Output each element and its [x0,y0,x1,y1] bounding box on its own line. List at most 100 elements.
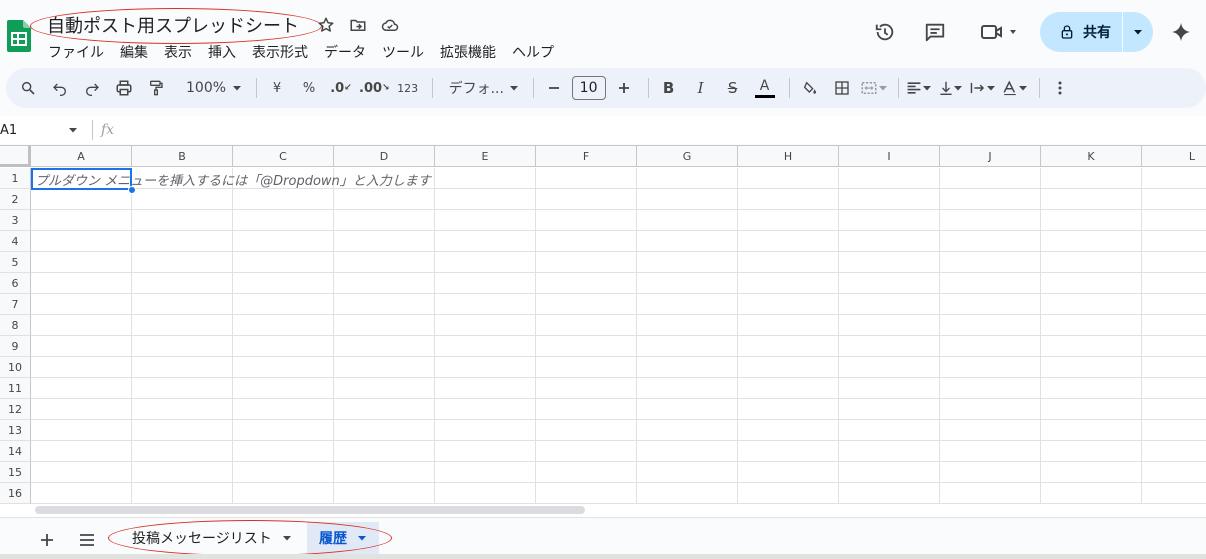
italic-button[interactable]: I [687,74,715,102]
title-bar: 自動ポスト用スプレッドシート ファイル 編集 表示 挿入 表示形式 データ ツー… [0,0,1206,66]
decrease-font-size-icon[interactable] [540,74,568,102]
toolbar-divider [431,78,433,98]
vertical-align-icon[interactable] [937,74,965,102]
menu-edit[interactable]: 編集 [112,40,156,64]
menu-file[interactable]: ファイル [40,40,112,64]
sheet-tab-0[interactable]: 投稿メッセージリスト [120,522,304,554]
row-header[interactable]: 4 [0,231,31,252]
row-header[interactable]: 2 [0,189,31,210]
column-header[interactable]: E [435,146,536,167]
cell-a1-hint: プルダウン メニューを挿入するには「@Dropdown」と入力します [35,174,431,189]
share-dropdown-icon[interactable] [1123,12,1153,52]
row-header[interactable]: 12 [0,399,31,420]
gemini-sparkle-icon[interactable] [1168,16,1194,48]
row-header[interactable]: 9 [0,336,31,357]
arrow-left-icon: ↙ [344,83,352,93]
strikethrough-icon: S [727,79,738,97]
undo-icon[interactable] [46,74,74,102]
name-box[interactable]: A1 [0,118,88,142]
sheet-tab-dropdown-icon[interactable] [357,533,367,543]
menu-tools[interactable]: ツール [374,40,432,64]
share-main-button[interactable]: 共有 [1040,12,1122,52]
text-color-button[interactable]: A [751,74,779,102]
all-sheets-icon[interactable] [75,528,99,552]
row-header[interactable]: 8 [0,315,31,336]
cell-area[interactable] [31,168,1206,504]
row-header[interactable]: 16 [0,483,31,504]
increase-decimal-label: .00 [359,80,383,96]
add-sheet-icon[interactable] [35,528,59,552]
column-header[interactable]: G [637,146,738,167]
strikethrough-button[interactable]: S [719,74,747,102]
italic-icon: I [697,79,704,97]
text-rotation-icon[interactable] [1001,74,1029,102]
row-header[interactable]: 14 [0,441,31,462]
column-header[interactable]: C [233,146,334,167]
font-select[interactable]: デフォ... [439,74,523,102]
text-wrapping-icon[interactable] [969,74,997,102]
search-menus-icon[interactable] [14,74,42,102]
menu-data[interactable]: データ [316,40,374,64]
row-header[interactable]: 10 [0,357,31,378]
fill-handle[interactable] [128,186,136,194]
more-options-icon[interactable] [1046,74,1074,102]
increase-decimal-button[interactable]: .00 ↘ [359,74,390,102]
decrease-decimal-button[interactable]: .0 ↙ [327,74,355,102]
row-header[interactable]: 7 [0,294,31,315]
version-history-icon[interactable] [872,16,898,48]
column-header[interactable]: A [31,146,132,167]
menu-format[interactable]: 表示形式 [244,40,316,64]
column-header[interactable]: K [1041,146,1142,167]
sheet-tab-1[interactable]: 履歴 [307,522,379,554]
fill-color-icon[interactable] [796,74,824,102]
column-header[interactable]: F [536,146,637,167]
menu-help[interactable]: ヘルプ [504,40,562,64]
column-header[interactable]: B [132,146,233,167]
row-header[interactable]: 3 [0,210,31,231]
bold-icon: B [662,79,675,97]
format-currency-button[interactable]: ¥ [263,74,291,102]
cloud-saved-icon[interactable] [380,15,400,35]
horizontal-scrollbar[interactable] [35,506,585,514]
row-header[interactable]: 11 [0,378,31,399]
zoom-select[interactable]: 100% [174,74,246,102]
select-all-corner[interactable] [0,146,31,167]
column-header[interactable]: J [940,146,1041,167]
sheet-tab-dropdown-icon[interactable] [282,533,292,543]
borders-icon[interactable] [828,74,856,102]
comments-icon[interactable] [922,16,948,48]
print-icon[interactable] [110,74,138,102]
star-icon[interactable] [316,15,336,35]
menu-insert[interactable]: 挿入 [200,40,244,64]
zoom-value: 100% [186,80,227,96]
horizontal-align-icon[interactable] [905,74,933,102]
paint-format-icon[interactable] [142,74,170,102]
column-header[interactable]: H [738,146,839,167]
row-header[interactable]: 5 [0,252,31,273]
text-color-icon: A [759,77,770,94]
name-box-value: A1 [0,122,18,138]
font-size-input[interactable]: 10 [571,76,606,100]
menu-extensions[interactable]: 拡張機能 [432,40,504,64]
move-folder-icon[interactable] [348,15,368,35]
menu-view[interactable]: 表示 [156,40,200,64]
bold-button[interactable]: B [655,74,683,102]
row-header[interactable]: 13 [0,420,31,441]
document-title[interactable]: 自動ポスト用スプレッドシート [47,12,299,38]
format-percent-button[interactable]: % [295,74,323,102]
sheets-logo-icon[interactable] [7,20,31,52]
row-header[interactable]: 15 [0,462,31,483]
column-header[interactable]: L [1142,146,1206,167]
increase-font-size-icon[interactable] [610,74,638,102]
column-header[interactable]: D [334,146,435,167]
merge-cells-icon[interactable] [860,74,888,102]
redo-icon[interactable] [78,74,106,102]
toolbar-divider [532,78,534,98]
column-header[interactable]: I [839,146,940,167]
meet-video-icon[interactable] [976,16,1022,48]
formula-input[interactable] [114,118,1206,142]
row-header[interactable]: 6 [0,273,31,294]
row-header[interactable]: 1 [0,168,31,189]
share-button[interactable]: 共有 [1040,12,1153,52]
more-formats-button[interactable]: 123 [394,74,422,102]
